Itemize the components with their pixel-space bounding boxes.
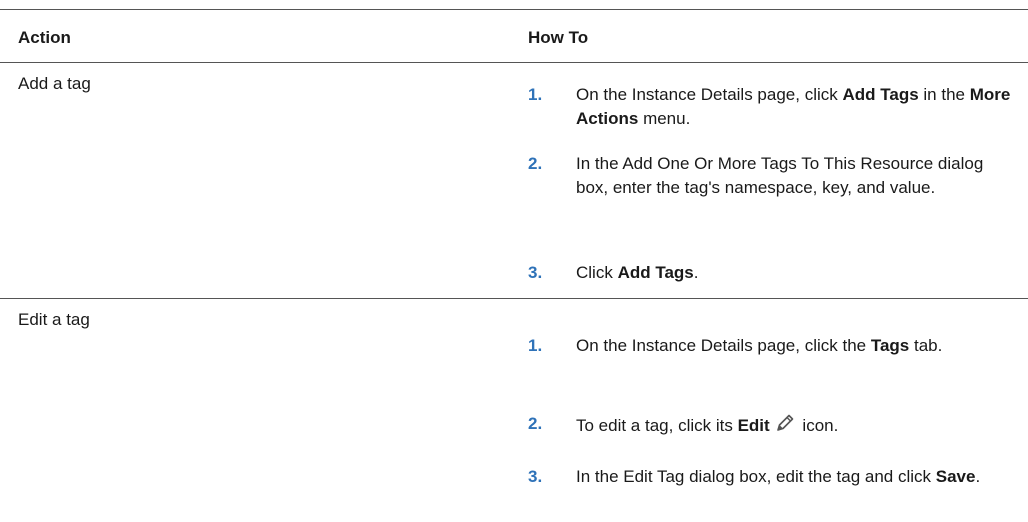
header-how-to: How To <box>528 28 589 47</box>
header-action: Action <box>18 28 71 47</box>
step-text: In the Add One Or More Tags To This Reso… <box>576 154 984 197</box>
action-cell: Edit a tag <box>18 310 90 329</box>
step-number: 1. <box>528 85 543 104</box>
step-text: Click Add Tags. <box>576 263 699 282</box>
step-text: On the Instance Details page, click the … <box>576 336 943 355</box>
step-text: In the Edit Tag dialog box, edit the tag… <box>576 467 981 486</box>
table-row: Add a tag 1. On the Instance Details pag… <box>0 63 1028 299</box>
step-text: On the Instance Details page, click Add … <box>576 85 1011 128</box>
action-cell: Add a tag <box>18 74 91 93</box>
step-number: 3. <box>528 467 543 486</box>
table-header: Action How To <box>0 9 1028 63</box>
step-number: 2. <box>528 154 543 173</box>
step-number: 2. <box>528 414 543 433</box>
step-number: 3. <box>528 263 543 282</box>
pencil-icon <box>776 414 793 431</box>
step-number: 1. <box>528 336 543 355</box>
table-row: Edit a tag 1. On the Instance Details pa… <box>0 299 1028 522</box>
step-text: To edit a tag, click its Edit icon. <box>576 412 1028 438</box>
